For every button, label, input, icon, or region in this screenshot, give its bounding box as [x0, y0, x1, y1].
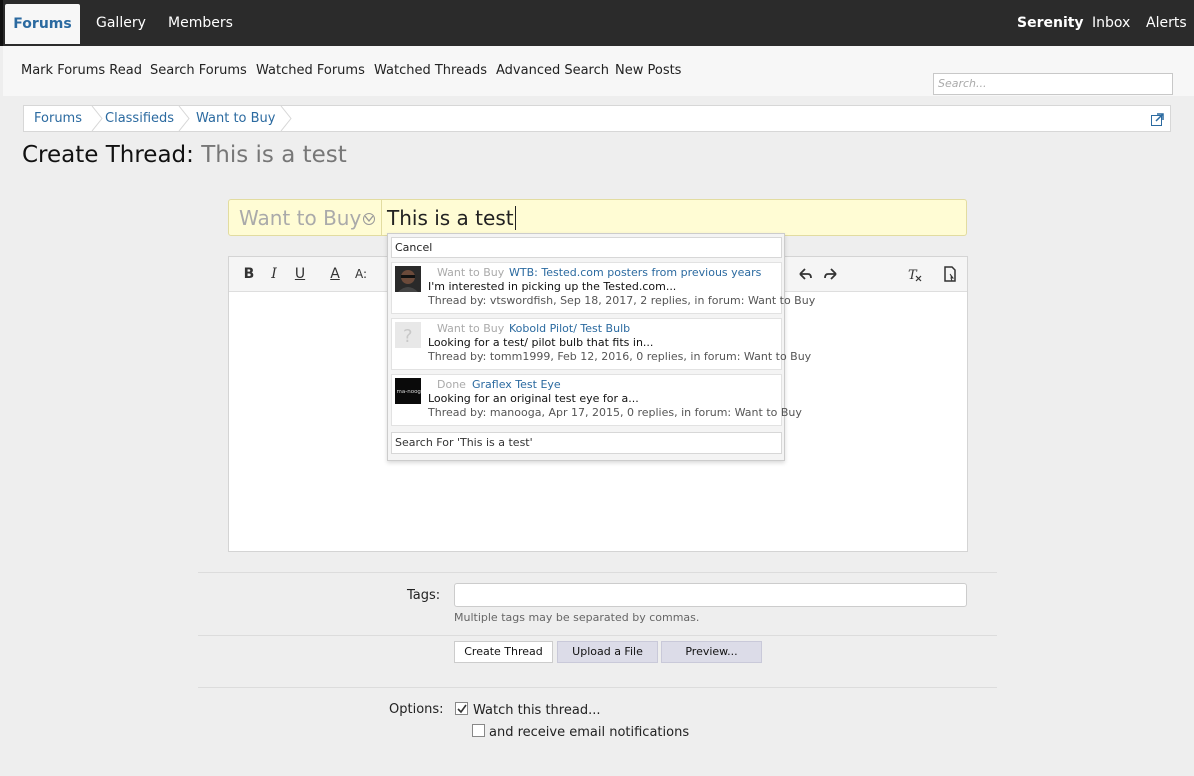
options-label: Options: — [389, 702, 444, 717]
suggestion-snippet: I'm interested in picking up the Tested.… — [428, 280, 677, 293]
popout-icon[interactable] — [1151, 111, 1164, 126]
inbox-link[interactable]: Inbox — [1092, 0, 1130, 46]
tags-label: Tags: — [407, 588, 441, 603]
avatar: ma-nooga — [395, 378, 424, 404]
suggestion-item[interactable]: ma-nooga Done Graflex Test Eye Looking f… — [391, 374, 802, 426]
avatar: ? — [395, 322, 421, 348]
breadcrumb-separator-icon — [178, 106, 190, 131]
breadcrumb: Forums Classifieds Want to Buy — [23, 105, 1171, 132]
checkmark-icon — [457, 704, 467, 714]
preview-button[interactable]: Preview... — [661, 641, 762, 663]
tags-input[interactable] — [454, 583, 967, 607]
sub-nav: Mark Forums Read Search Forums Watched F… — [3, 46, 1194, 96]
page-title-subject: This is a test — [201, 142, 347, 168]
tab-forums[interactable]: Forums — [5, 4, 80, 44]
tab-members[interactable]: Members — [168, 0, 233, 46]
suggestion-title[interactable]: WTB: Tested.com posters from previous ye… — [509, 266, 761, 279]
suggestion-item[interactable]: Want to Buy WTB: Tested.com posters from… — [391, 262, 815, 314]
italic-button[interactable]: I — [265, 265, 283, 283]
mark-forums-read-link[interactable]: Mark Forums Read — [21, 63, 142, 78]
prefix-select[interactable]: Want to Buy — [239, 206, 361, 230]
cancel-suggestions-button[interactable]: Cancel — [391, 237, 782, 258]
suggestion-prefix: Want to Buy — [437, 266, 505, 279]
divider — [198, 572, 997, 573]
search-input[interactable]: Search... — [933, 73, 1173, 95]
suggestion-snippet: Looking for an original test eye for a..… — [428, 392, 639, 405]
bold-button[interactable]: B — [240, 265, 258, 283]
avatar — [395, 266, 421, 292]
suggestion-snippet: Looking for a test/ pilot bulb that fits… — [428, 336, 654, 349]
similar-threads-dropdown: Cancel Want to Buy WTB: Tested.com poste… — [387, 233, 815, 461]
chevron-down-icon[interactable] — [363, 213, 375, 225]
redo-icon[interactable] — [822, 265, 840, 283]
search-for-button[interactable]: Search For 'This is a test' — [391, 432, 782, 454]
create-thread-button[interactable]: Create Thread — [454, 641, 553, 663]
thread-title-field[interactable]: Want to Buy This is a test — [228, 199, 967, 236]
underline-button[interactable]: U — [291, 265, 309, 283]
suggestion-meta: Thread by: manooga, Apr 17, 2015, 0 repl… — [428, 406, 802, 419]
suggestion-item[interactable]: ? Want to Buy Kobold Pilot/ Test Bulb Lo… — [391, 318, 811, 370]
suggestion-title[interactable]: Graflex Test Eye — [472, 378, 561, 391]
watch-thread-label: Watch this thread... — [473, 703, 601, 718]
suggestion-prefix: Done — [437, 378, 466, 391]
page-title: Create Thread: This is a test — [22, 142, 347, 168]
watched-forums-link[interactable]: Watched Forums — [256, 63, 365, 78]
breadcrumb-want-to-buy[interactable]: Want to Buy — [196, 106, 276, 131]
watched-threads-link[interactable]: Watched Threads — [374, 63, 487, 78]
suggestion-meta: Thread by: vtswordfish, Sep 18, 2017, 2 … — [428, 294, 816, 307]
page-title-prefix: Create Thread: — [22, 142, 194, 168]
upload-file-button[interactable]: Upload a File — [557, 641, 658, 663]
alerts-link[interactable]: Alerts — [1146, 0, 1187, 46]
email-notify-checkbox[interactable] — [472, 724, 485, 737]
breadcrumb-classifieds[interactable]: Classifieds — [105, 106, 174, 131]
watch-thread-checkbox[interactable] — [455, 702, 468, 715]
user-menu[interactable]: Serenity — [1017, 0, 1084, 46]
suggestion-prefix: Want to Buy — [437, 322, 505, 335]
font-color-button[interactable]: A — [326, 265, 344, 283]
suggestion-meta: Thread by: tomm1999, Feb 12, 2016, 0 rep… — [428, 350, 812, 363]
divider — [198, 635, 997, 636]
tab-gallery[interactable]: Gallery — [96, 0, 146, 46]
advanced-search-link[interactable]: Advanced Search — [496, 63, 609, 78]
tags-hint: Multiple tags may be separated by commas… — [454, 611, 700, 624]
title-divider — [381, 200, 382, 235]
clear-format-icon[interactable]: T — [906, 265, 924, 283]
search-forums-link[interactable]: Search Forums — [150, 63, 247, 78]
breadcrumb-forums[interactable]: Forums — [34, 106, 82, 131]
divider — [198, 687, 997, 688]
thread-title-input[interactable]: This is a test — [387, 206, 516, 230]
toggle-bbcode-icon[interactable] — [941, 265, 959, 283]
breadcrumb-separator-icon — [280, 106, 292, 131]
suggestion-title[interactable]: Kobold Pilot/ Test Bulb — [509, 322, 630, 335]
top-nav: Forums Gallery Members Serenity Inbox Al… — [0, 0, 1194, 46]
font-size-button[interactable]: A: — [352, 265, 370, 283]
undo-icon[interactable] — [796, 265, 814, 283]
email-notify-label: and receive email notifications — [489, 725, 690, 740]
new-posts-link[interactable]: New Posts — [615, 63, 681, 78]
svg-text:?: ? — [403, 326, 413, 347]
breadcrumb-separator-icon — [91, 106, 103, 131]
avatar-text: ma-nooga — [397, 389, 422, 395]
